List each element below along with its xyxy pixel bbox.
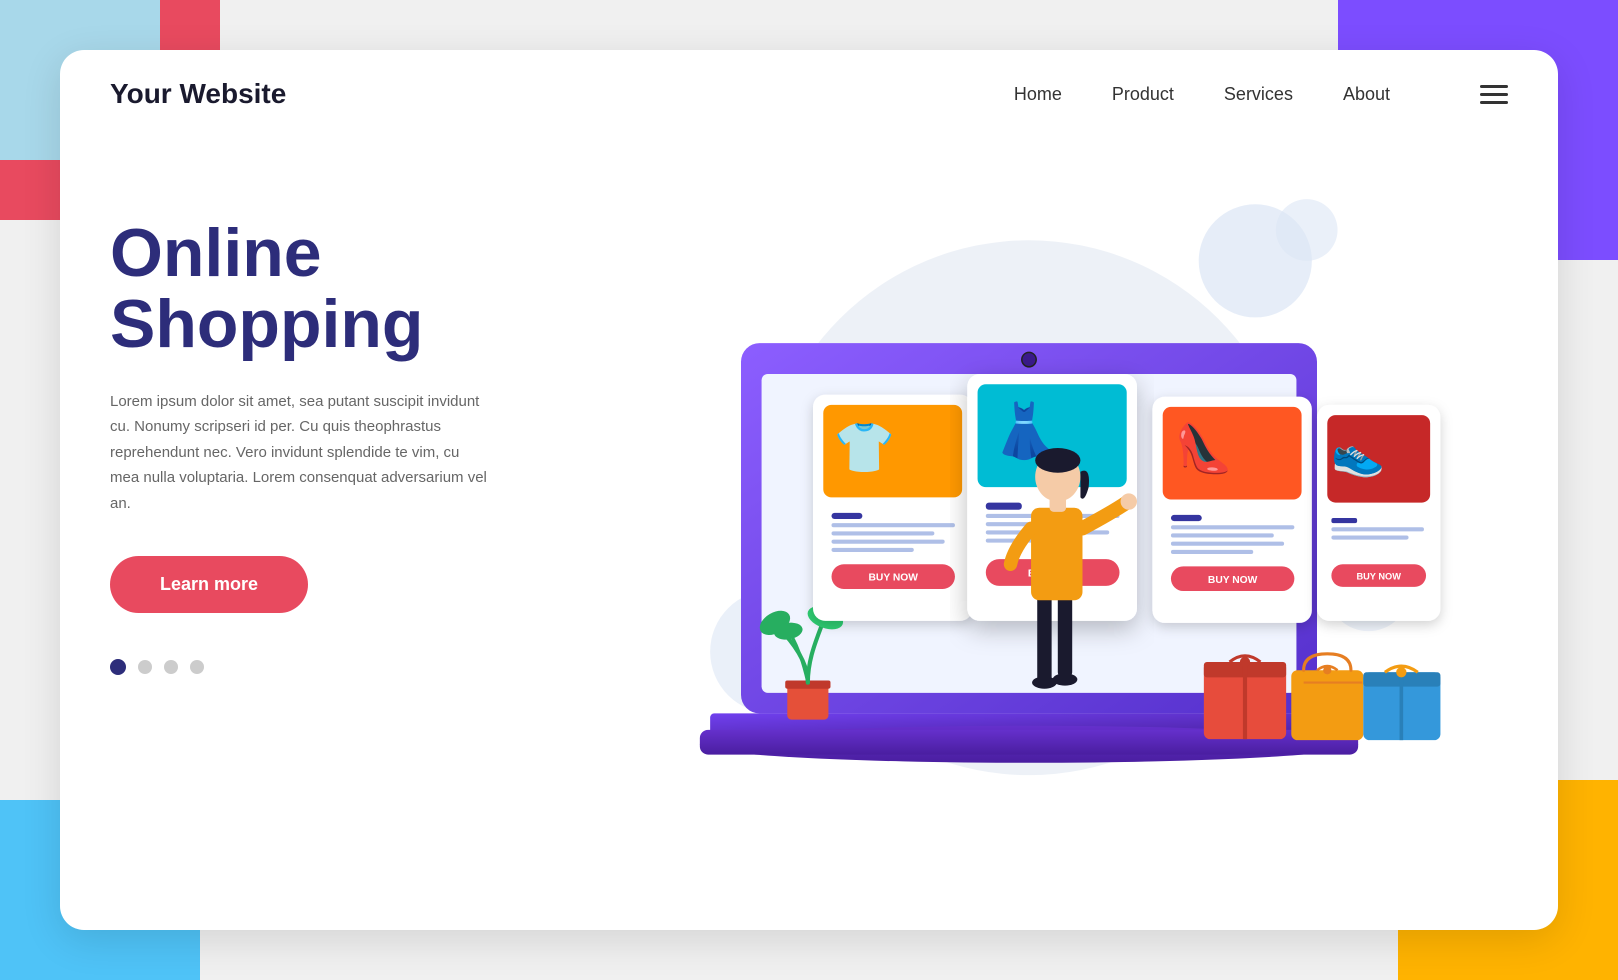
dot-3[interactable]	[164, 660, 178, 674]
svg-text:👠: 👠	[1174, 420, 1233, 476]
nav-services[interactable]: Services	[1224, 84, 1293, 105]
learn-more-button[interactable]: Learn more	[110, 556, 308, 613]
hamburger-menu[interactable]	[1480, 85, 1508, 104]
hero-description: Lorem ipsum dolor sit amet, sea putant s…	[110, 389, 490, 517]
hero-title-line1: Online	[110, 215, 322, 291]
logo: Your Website	[110, 78, 1014, 110]
main-card: Your Website Home Product Services About…	[60, 50, 1558, 930]
hero-title-line2: Shopping	[110, 286, 423, 362]
navbar: Your Website Home Product Services About	[60, 50, 1558, 138]
hamburger-line	[1480, 85, 1508, 88]
hamburger-line	[1480, 101, 1508, 104]
hero-section: Online Shopping Lorem ipsum dolor sit am…	[60, 138, 1558, 918]
hero-right: 👕 BUY NOW 👗	[550, 158, 1508, 878]
nav-home[interactable]: Home	[1014, 84, 1062, 105]
illustration: 👕 BUY NOW 👗	[550, 158, 1508, 878]
hero-title: Online Shopping	[110, 218, 550, 361]
dot-1[interactable]	[110, 659, 126, 675]
dot-4[interactable]	[190, 660, 204, 674]
nav-about[interactable]: About	[1343, 84, 1390, 105]
hamburger-line	[1480, 93, 1508, 96]
svg-text:👕: 👕	[834, 421, 895, 476]
pagination-dots	[110, 659, 550, 675]
nav-product[interactable]: Product	[1112, 84, 1174, 105]
svg-text:BUY NOW: BUY NOW	[1356, 572, 1401, 582]
nav-links: Home Product Services About	[1014, 84, 1508, 105]
svg-text:BUY NOW: BUY NOW	[869, 573, 919, 584]
hero-left: Online Shopping Lorem ipsum dolor sit am…	[110, 158, 550, 675]
svg-text:👟: 👟	[1331, 431, 1385, 480]
svg-text:BUY NOW: BUY NOW	[1208, 575, 1258, 586]
dot-2[interactable]	[138, 660, 152, 674]
